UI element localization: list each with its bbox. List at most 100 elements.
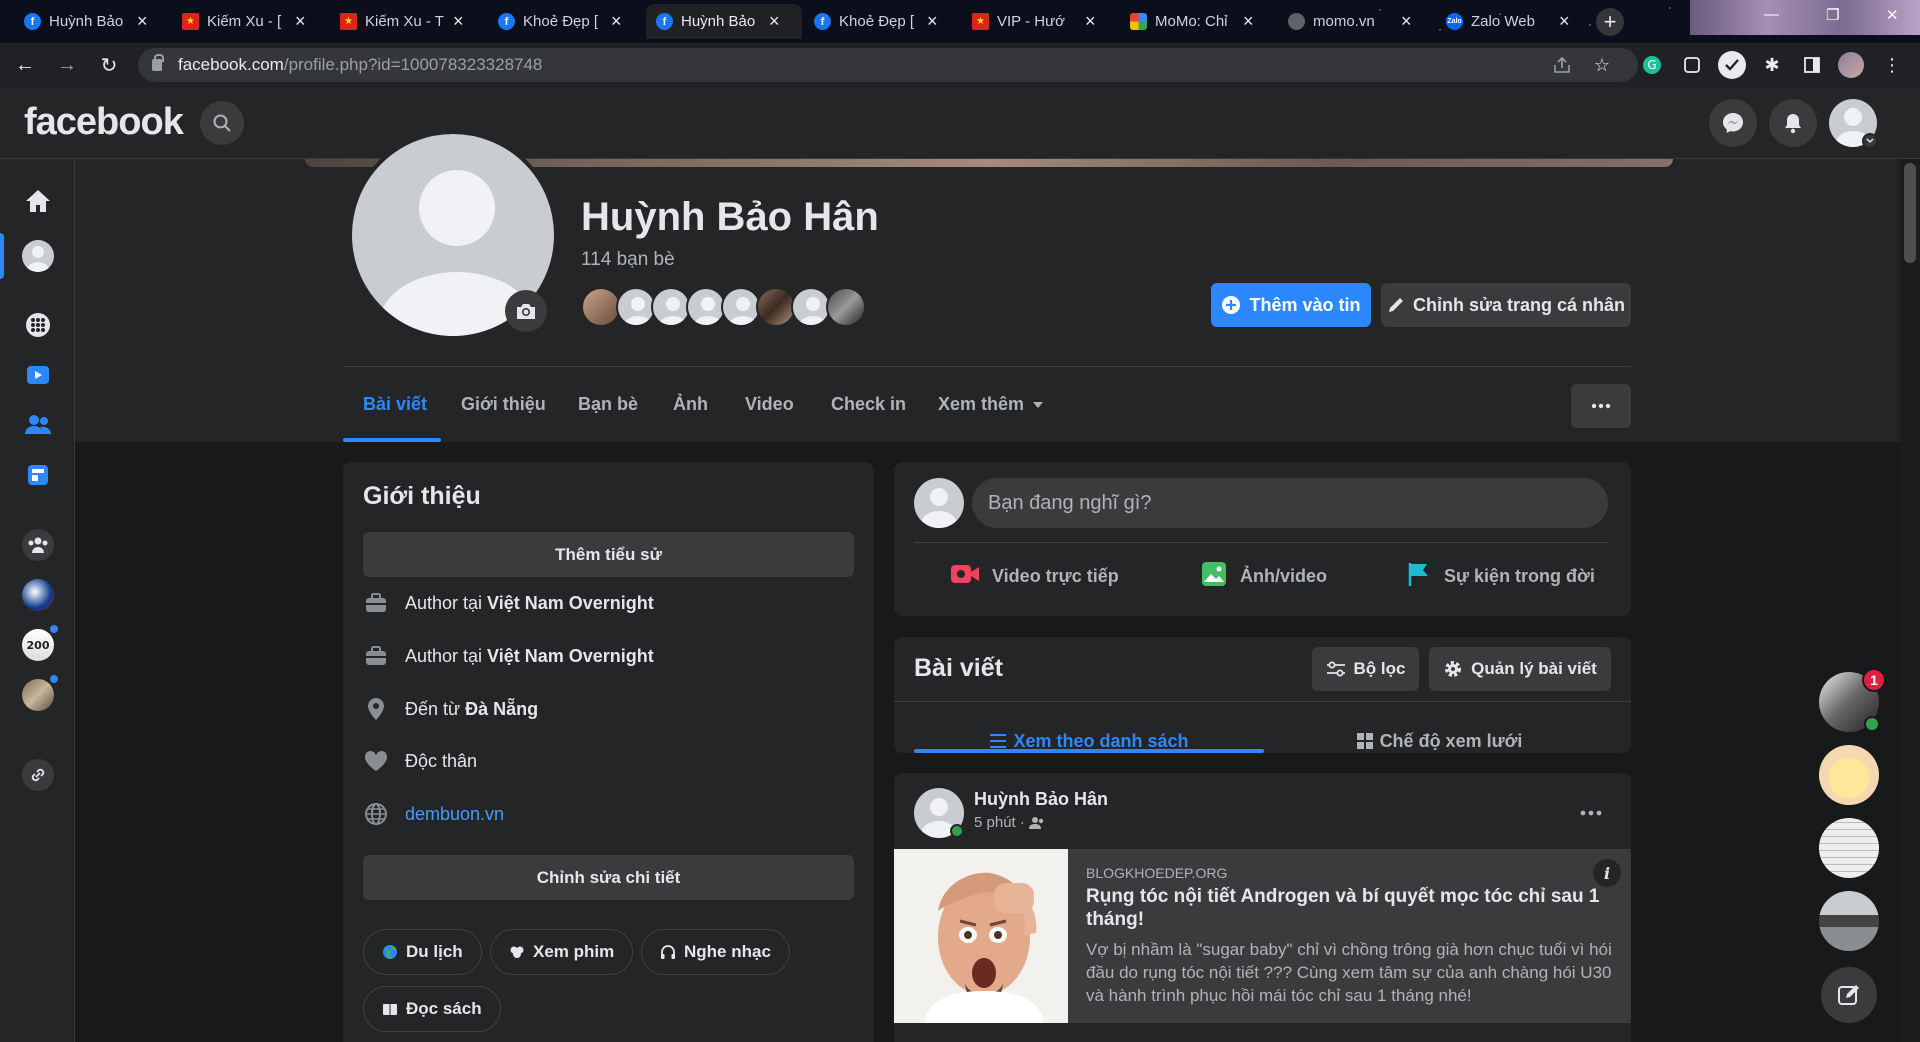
edit-profile-button[interactable]: Chỉnh sửa trang cá nhân bbox=[1381, 283, 1631, 327]
hobby-chip-travel[interactable]: Du lịch bbox=[363, 929, 482, 975]
browser-tab[interactable]: f Huỳnh Bảo × bbox=[14, 4, 158, 39]
friend-avatar[interactable] bbox=[581, 287, 621, 327]
scrollbar-thumb[interactable] bbox=[1904, 163, 1916, 263]
close-window-icon[interactable]: ✕ bbox=[1886, 6, 1899, 24]
hobby-chip-music[interactable]: Nghe nhạc bbox=[641, 929, 790, 975]
close-tab-icon[interactable]: × bbox=[137, 11, 148, 32]
website-link[interactable]: dembuon.vn bbox=[405, 804, 504, 825]
address-bar[interactable]: facebook.com/profile.php?id=100078323328… bbox=[138, 48, 1638, 82]
hometown-link[interactable]: Đà Nẵng bbox=[465, 699, 538, 720]
friend-avatar[interactable] bbox=[686, 287, 726, 327]
lock-icon[interactable] bbox=[152, 54, 164, 71]
browser-tab[interactable]: ★ VIP - Hướ × bbox=[962, 4, 1106, 39]
workplace-link[interactable]: Việt Nam Overnight bbox=[487, 593, 654, 614]
post-options-icon[interactable] bbox=[1571, 793, 1611, 833]
list-view-toggle[interactable]: Xem theo danh sách bbox=[914, 721, 1264, 761]
notifications-bell-icon[interactable] bbox=[1769, 99, 1817, 147]
tab-about[interactable]: Giới thiệu bbox=[461, 394, 546, 415]
close-tab-icon[interactable]: × bbox=[769, 11, 780, 32]
watch-video-icon[interactable] bbox=[22, 359, 54, 391]
browser-tab[interactable]: f Khoẻ Đẹp [ × bbox=[488, 4, 632, 39]
group-shortcut-avatar[interactable] bbox=[22, 673, 60, 711]
contact-avatar[interactable] bbox=[1819, 818, 1879, 878]
menu-grid-icon[interactable] bbox=[22, 309, 54, 341]
profile-avatar-icon[interactable] bbox=[22, 240, 54, 272]
tab-friends[interactable]: Bạn bè bbox=[578, 394, 638, 415]
extension-icon[interactable] bbox=[1680, 53, 1704, 77]
manage-posts-button[interactable]: Quản lý bài viết bbox=[1429, 647, 1611, 691]
groups-icon[interactable] bbox=[22, 529, 54, 561]
tab-posts[interactable]: Bài viết bbox=[363, 394, 427, 415]
friends-icon[interactable] bbox=[22, 409, 54, 441]
hobby-chip-movies[interactable]: Xem phim bbox=[490, 929, 634, 975]
grammarly-extension-icon[interactable]: G bbox=[1640, 53, 1664, 77]
contact-avatar[interactable] bbox=[1819, 891, 1879, 951]
filter-button[interactable]: Bộ lọc bbox=[1312, 647, 1419, 691]
friends-count[interactable]: 114 bạn bè bbox=[581, 249, 675, 271]
friends-audience-icon[interactable] bbox=[1028, 816, 1045, 830]
feeds-icon[interactable] bbox=[22, 459, 54, 491]
add-to-story-button[interactable]: Thêm vào tin bbox=[1211, 283, 1371, 327]
friend-avatar[interactable] bbox=[791, 287, 831, 327]
post-timestamp[interactable]: 5 phút bbox=[974, 814, 1016, 831]
live-video-button[interactable]: Video trực tiếp bbox=[950, 556, 1119, 596]
tab-check-ins[interactable]: Check in bbox=[831, 394, 906, 415]
tab-see-more[interactable]: Xem thêm bbox=[938, 394, 1044, 415]
browser-tab-active[interactable]: f Huỳnh Bảo × bbox=[646, 4, 802, 39]
workplace-link[interactable]: Việt Nam Overnight bbox=[487, 646, 654, 667]
edit-details-button[interactable]: Chỉnh sửa chi tiết bbox=[363, 855, 854, 900]
close-tab-icon[interactable]: × bbox=[1085, 11, 1096, 32]
friend-avatar[interactable] bbox=[826, 287, 866, 327]
link-icon[interactable] bbox=[22, 759, 54, 791]
back-arrow-icon[interactable]: ← bbox=[8, 54, 42, 77]
page-shortcut-avatar[interactable]: 200 bbox=[22, 623, 60, 661]
minimize-icon[interactable]: — bbox=[1764, 6, 1779, 23]
add-bio-button[interactable]: Thêm tiểu sử bbox=[363, 532, 854, 577]
close-tab-icon[interactable]: × bbox=[1401, 11, 1412, 32]
link-preview[interactable]: BLOGKHOEDEP.ORG Rụng tóc nội tiết Androg… bbox=[894, 849, 1631, 1023]
close-tab-icon[interactable]: × bbox=[1243, 11, 1254, 32]
checkmark-extension-icon[interactable] bbox=[1718, 51, 1746, 79]
friend-avatar[interactable] bbox=[721, 287, 761, 327]
tab-videos[interactable]: Video bbox=[745, 394, 794, 415]
new-tab-button[interactable]: + bbox=[1596, 8, 1624, 36]
camera-icon[interactable] bbox=[505, 290, 547, 332]
browser-tab[interactable]: Zalo Zalo Web × bbox=[1436, 4, 1580, 39]
close-tab-icon[interactable]: × bbox=[453, 11, 464, 32]
browser-tab[interactable]: ★ Kiếm Xu - T × bbox=[330, 4, 474, 39]
friend-avatar[interactable] bbox=[651, 287, 691, 327]
contact-avatar[interactable] bbox=[1819, 745, 1879, 805]
kebab-menu-icon[interactable]: ⋮ bbox=[1880, 53, 1904, 77]
chrome-profile-avatar[interactable] bbox=[1838, 52, 1864, 78]
home-icon[interactable] bbox=[22, 185, 54, 217]
page-scrollbar[interactable] bbox=[1900, 159, 1920, 1042]
bookmark-star-icon[interactable]: ☆ bbox=[1590, 53, 1614, 77]
composer-avatar[interactable] bbox=[914, 478, 964, 528]
chevron-down-icon[interactable] bbox=[1862, 133, 1878, 149]
browser-tab[interactable]: momo.vn × bbox=[1278, 4, 1422, 39]
reload-icon[interactable]: ↻ bbox=[92, 53, 126, 78]
life-event-button[interactable]: Sự kiện trong đời bbox=[1406, 556, 1595, 596]
browser-tab[interactable]: ★ Kiếm Xu - [ × bbox=[172, 4, 316, 39]
close-tab-icon[interactable]: × bbox=[295, 11, 306, 32]
extensions-puzzle-icon[interactable]: ✱ bbox=[1760, 53, 1784, 77]
whats-on-your-mind-input[interactable]: Bạn đang nghĩ gì? bbox=[972, 478, 1608, 528]
grid-view-toggle[interactable]: Chế độ xem lưới bbox=[1264, 721, 1614, 761]
page-shortcut-avatar[interactable] bbox=[22, 579, 54, 611]
friend-avatar[interactable] bbox=[756, 287, 796, 327]
browser-tab[interactable]: f Khoẻ Đẹp [ × bbox=[804, 4, 948, 39]
close-tab-icon[interactable]: × bbox=[927, 11, 938, 32]
search-icon[interactable] bbox=[200, 101, 244, 145]
more-options-button[interactable] bbox=[1571, 384, 1631, 428]
hobby-chip-reading[interactable]: Đọc sách bbox=[363, 986, 501, 1032]
forward-arrow-icon[interactable]: → bbox=[50, 54, 84, 77]
close-tab-icon[interactable]: × bbox=[611, 11, 622, 32]
side-panel-icon[interactable] bbox=[1800, 53, 1824, 77]
new-message-button[interactable] bbox=[1821, 967, 1877, 1023]
tab-photos[interactable]: Ảnh bbox=[673, 394, 708, 415]
facebook-logo[interactable]: facebook bbox=[24, 101, 184, 144]
post-author-name[interactable]: Huỳnh Bảo Hân bbox=[974, 789, 1108, 810]
photo-video-button[interactable]: Ảnh/video bbox=[1200, 556, 1327, 596]
share-icon[interactable] bbox=[1550, 53, 1574, 77]
restore-icon[interactable]: ❐ bbox=[1826, 6, 1839, 24]
